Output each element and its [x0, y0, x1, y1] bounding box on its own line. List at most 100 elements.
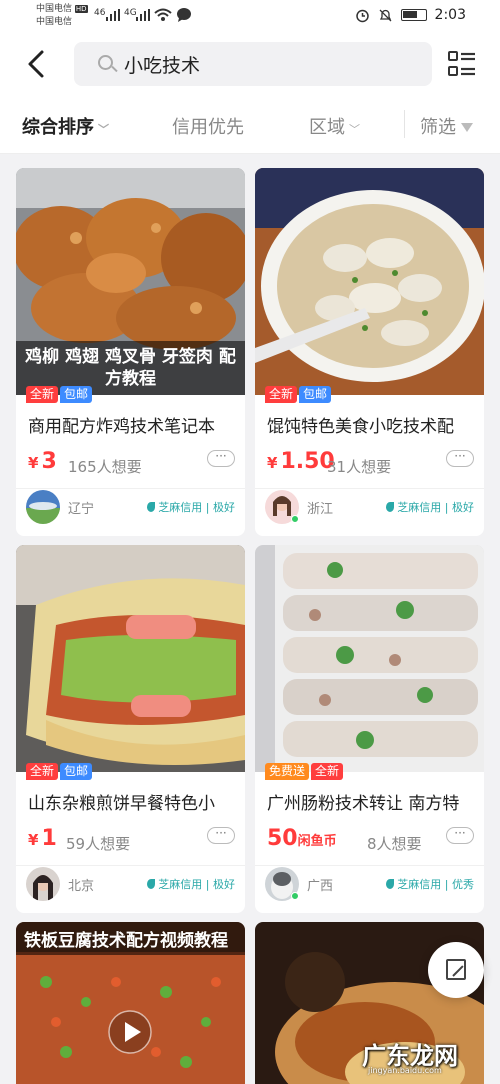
- product-photo[interactable]: 铁板豆腐技术配方视频教程: [16, 922, 245, 1084]
- signal-icon-2: [136, 9, 150, 21]
- sesame-credit-icon: [386, 879, 395, 889]
- online-indicator: [291, 515, 299, 523]
- alarm-icon: [355, 9, 369, 22]
- tag-new: 全新: [26, 763, 59, 780]
- credit-rating: 芝麻信用 | 优秀: [386, 876, 474, 892]
- more-dots-icon[interactable]: ···: [207, 450, 235, 467]
- tag-free-shipping: 包邮: [299, 386, 332, 403]
- sort-credit-first[interactable]: 信用优先: [172, 113, 244, 139]
- status-bar: 中国电信 HD 中国电信 46 4G 2:03: [0, 0, 500, 34]
- more-dots-icon[interactable]: ···: [446, 450, 474, 467]
- seller-location: 北京: [68, 879, 95, 894]
- product-title: 广州肠粉技术转让 南方特: [267, 794, 460, 814]
- tag-group: 全新 包邮: [26, 763, 93, 780]
- list-layout-icon[interactable]: [448, 50, 476, 78]
- filter-funnel-icon: [461, 123, 473, 132]
- product-card[interactable]: 铁板豆腐技术配方视频教程: [16, 922, 245, 1084]
- price-value: 1: [41, 826, 57, 851]
- signal-icon: [106, 9, 120, 21]
- credit-text: 芝麻信用 | 优秀: [397, 878, 474, 891]
- tag-new: 全新: [265, 386, 298, 403]
- credit-rating: 芝麻信用 | 极好: [147, 499, 235, 515]
- product-photo[interactable]: [16, 545, 245, 772]
- product-card[interactable]: 鸡柳 鸡翅 鸡叉骨 牙签肉 配方教程 全新 包邮 商用配方炸鸡技术笔记本 ¥3 …: [16, 168, 245, 536]
- search-icon: [98, 55, 113, 70]
- product-photo[interactable]: [255, 545, 484, 772]
- credit-rating: 芝麻信用 | 极好: [386, 499, 474, 515]
- want-count: 8人想要: [367, 835, 422, 853]
- sesame-credit-icon: [147, 502, 156, 512]
- sort-bar: 综合排序 ﹀ 信用优先 区域 ﹀ 筛选: [0, 96, 500, 154]
- message-icon: [177, 8, 191, 22]
- sort-credit-label: 信用优先: [172, 117, 244, 138]
- seller-location: 广西: [307, 879, 334, 894]
- product-title: 馄饨特色美食小吃技术配: [267, 417, 454, 437]
- edit-icon: [446, 959, 466, 980]
- carrier-2: 中国电信: [36, 17, 73, 27]
- sort-region-label: 区域: [309, 117, 345, 138]
- search-header: 小吃技术: [0, 34, 500, 96]
- chevron-down-icon: ﹀: [98, 123, 109, 136]
- clock: 2:03: [434, 7, 466, 23]
- sort-comprehensive[interactable]: 综合排序 ﹀: [22, 113, 109, 139]
- search-input[interactable]: 小吃技术: [74, 42, 432, 86]
- online-indicator: [291, 892, 299, 900]
- product-price: ¥1: [28, 826, 57, 851]
- divider: [16, 488, 245, 489]
- avatar[interactable]: [26, 867, 60, 901]
- wifi-icon: [154, 8, 172, 21]
- tag-group: 全新 包邮: [26, 386, 93, 403]
- price-value: 3: [41, 449, 57, 474]
- back-arrow-icon[interactable]: [22, 46, 52, 82]
- photo-caption: 铁板豆腐技术配方视频教程: [16, 922, 245, 955]
- want-count: 165人想要: [68, 458, 142, 476]
- product-title: 商用配方炸鸡技术笔记本: [28, 417, 215, 437]
- play-icon[interactable]: [108, 1010, 152, 1054]
- sesame-credit-icon: [386, 502, 395, 512]
- tag-free-gift: 免费送: [265, 763, 310, 780]
- tag-group: 全新 包邮: [265, 386, 332, 403]
- product-photo[interactable]: [255, 168, 484, 395]
- sort-divider: [404, 110, 405, 138]
- sort-region[interactable]: 区域 ﹀: [309, 113, 360, 139]
- currency-symbol: ¥: [28, 831, 39, 849]
- filter-button[interactable]: 筛选: [420, 113, 473, 139]
- carrier-info: 中国电信 HD 中国电信: [36, 3, 88, 29]
- product-card[interactable]: 免费送 全新 广州肠粉技术转让 南方特 50闲鱼币 8人想要 ··· 广西 芝麻…: [255, 545, 484, 913]
- filter-label: 筛选: [420, 117, 456, 138]
- want-count: 59人想要: [66, 835, 131, 853]
- sesame-credit-icon: [147, 879, 156, 889]
- avatar[interactable]: [26, 490, 60, 524]
- seller-location: 辽宁: [68, 502, 95, 517]
- carrier-1: 中国电信: [36, 4, 73, 14]
- currency-symbol: ¥: [28, 454, 39, 472]
- rice-noodle-roll-image: [255, 545, 484, 772]
- tag-free-shipping: 包邮: [60, 763, 93, 780]
- product-photo[interactable]: 鸡柳 鸡翅 鸡叉骨 牙签肉 配方教程: [16, 168, 245, 395]
- more-dots-icon[interactable]: ···: [446, 827, 474, 844]
- price-unit: 闲鱼币: [297, 834, 337, 849]
- credit-text: 芝麻信用 | 极好: [397, 501, 474, 514]
- product-price: ¥1.50: [267, 449, 335, 474]
- credit-text: 芝麻信用 | 极好: [158, 501, 235, 514]
- status-right: 2:03: [355, 7, 466, 23]
- product-title: 山东杂粮煎饼早餐特色小: [28, 794, 215, 814]
- divider: [255, 865, 484, 866]
- sort-comprehensive-label: 综合排序: [22, 117, 94, 138]
- tag-new: 全新: [26, 386, 59, 403]
- tag-free-shipping: 包邮: [60, 386, 93, 403]
- network-2: 4G: [124, 8, 137, 18]
- credit-text: 芝麻信用 | 极好: [158, 878, 235, 891]
- credit-rating: 芝麻信用 | 极好: [147, 876, 235, 892]
- more-dots-icon[interactable]: ···: [207, 827, 235, 844]
- post-item-button[interactable]: [428, 942, 484, 998]
- product-price: ¥3: [28, 449, 57, 474]
- jianbing-image: [16, 545, 245, 772]
- divider: [255, 488, 484, 489]
- search-query: 小吃技术: [124, 55, 201, 77]
- divider: [16, 865, 245, 866]
- product-card[interactable]: 全新 包邮 山东杂粮煎饼早餐特色小 ¥1 59人想要 ··· 北京 芝麻信用 |…: [16, 545, 245, 913]
- product-price: 50闲鱼币: [267, 826, 337, 851]
- product-card[interactable]: 全新 包邮 馄饨特色美食小吃技术配 ¥1.50 31人想要 ··· 浙江 芝麻信…: [255, 168, 484, 536]
- watermark-url: jingyan.baidu.com: [368, 1066, 442, 1075]
